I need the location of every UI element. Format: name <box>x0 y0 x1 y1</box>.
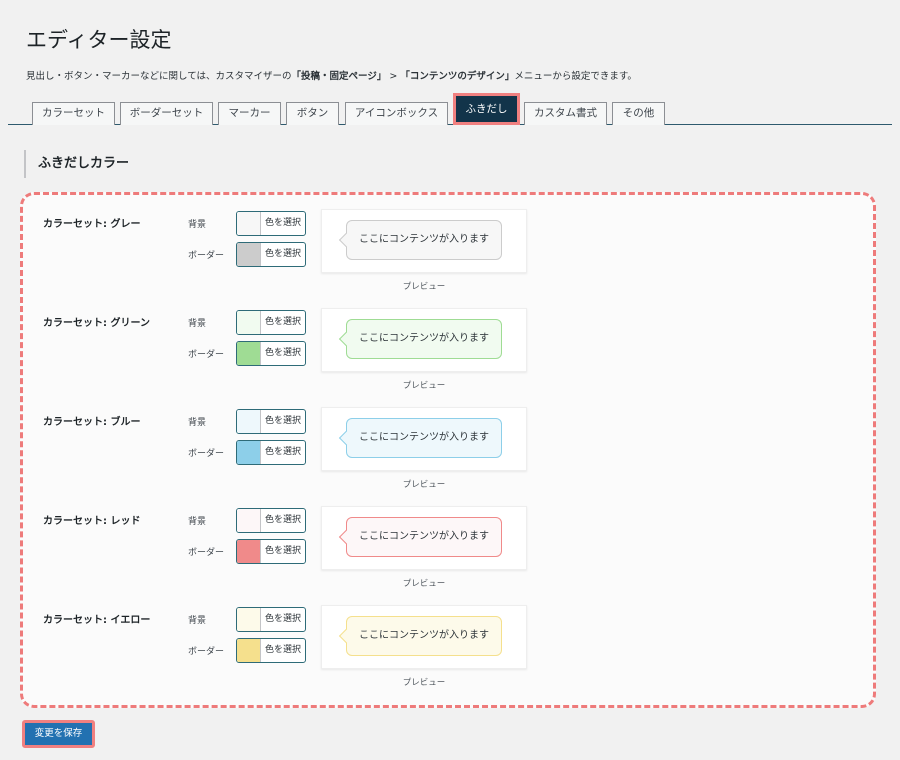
bubble-text: ここにコンテンツが入ります <box>359 432 489 443</box>
bubble-tail <box>338 232 354 248</box>
select-color-label: 色を選択 <box>265 416 302 426</box>
color-set-title: カラーセット: レッド <box>43 516 141 527</box>
speech-bubble: ここにコンテンツが入ります <box>338 418 502 458</box>
preview-box: ここにコンテンツが入ります <box>321 506 527 570</box>
background-label: 背景 <box>188 616 207 626</box>
background-color-picker[interactable]: 色を選択 <box>236 211 306 236</box>
bubble-tail <box>338 628 354 644</box>
bubble-tail <box>338 331 354 347</box>
description-link-posts: 「投稿・固定ページ」 <box>291 71 387 82</box>
border-label: ボーダー <box>188 251 225 261</box>
border-label: ボーダー <box>188 548 225 558</box>
bubble-text: ここにコンテンツが入ります <box>359 531 489 542</box>
preview-caption: プレビュー <box>402 480 446 490</box>
select-color-label: 色を選択 <box>265 348 302 358</box>
tab-button[interactable]: ボタン <box>286 102 339 125</box>
border-color-swatch <box>237 441 261 464</box>
tab-marker[interactable]: マーカー <box>218 102 281 125</box>
speech-bubble: ここにコンテンツが入ります <box>338 220 502 260</box>
border-color-picker[interactable]: 色を選択 <box>236 242 306 267</box>
border-label: ボーダー <box>188 350 225 360</box>
description-text: 見出し・ボタン・マーカーなどに関しては、カスタマイザーの <box>26 71 292 82</box>
preview-caption: プレビュー <box>402 579 446 589</box>
background-label: 背景 <box>188 319 207 329</box>
preview-box: ここにコンテンツが入ります <box>321 605 527 669</box>
select-color-label: 色を選択 <box>265 218 302 228</box>
bubble-tail <box>338 430 354 446</box>
color-set-green: カラーセット: グリーン 背景 色を選択 ボーダー 色を選択 ここにコンテンツが… <box>23 294 873 391</box>
background-label: 背景 <box>188 517 207 527</box>
speech-bubble: ここにコンテンツが入ります <box>338 319 502 359</box>
background-color-swatch <box>237 410 261 433</box>
tab-custom-format[interactable]: カスタム書式 <box>524 102 607 125</box>
background-color-swatch <box>237 212 261 235</box>
border-color-swatch <box>237 540 261 563</box>
preview-box: ここにコンテンツが入ります <box>321 407 527 471</box>
border-label: ボーダー <box>188 647 225 657</box>
select-color-label: 色を選択 <box>265 614 302 624</box>
bubble-text: ここにコンテンツが入ります <box>359 630 489 641</box>
color-set-blue: カラーセット: ブルー 背景 色を選択 ボーダー 色を選択 ここにコンテンツが入… <box>23 393 873 490</box>
bubble-tail <box>338 529 354 545</box>
border-color-picker[interactable]: 色を選択 <box>236 341 306 366</box>
color-set-title: カラーセット: イエロー <box>43 615 151 626</box>
background-color-picker[interactable]: 色を選択 <box>236 409 306 434</box>
description-link-design: 「コンテンツのデザイン」 <box>400 71 515 82</box>
border-color-picker[interactable]: 色を選択 <box>236 539 306 564</box>
select-color-label: 色を選択 <box>265 546 302 556</box>
page-description: 見出し・ボタン・マーカーなどに関しては、カスタマイザーの「投稿・固定ページ」 >… <box>26 68 637 82</box>
background-color-picker[interactable]: 色を選択 <box>236 508 306 533</box>
color-set-gray: カラーセット: グレー 背景 色を選択 ボーダー 色を選択 ここにコンテンツが入… <box>23 195 873 292</box>
description-separator: > <box>386 71 401 82</box>
tab-fukidashi[interactable]: ふきだし <box>453 93 520 125</box>
select-color-label: 色を選択 <box>265 447 302 457</box>
preview-box: ここにコンテンツが入ります <box>321 308 527 372</box>
color-set-title: カラーセット: グレー <box>43 219 141 230</box>
background-color-picker[interactable]: 色を選択 <box>236 607 306 632</box>
speech-bubble: ここにコンテンツが入ります <box>338 616 502 656</box>
tab-color-set[interactable]: カラーセット <box>32 102 115 125</box>
background-label: 背景 <box>188 220 207 230</box>
bubble-text: ここにコンテンツが入ります <box>359 333 489 344</box>
border-color-picker[interactable]: 色を選択 <box>236 440 306 465</box>
background-color-picker[interactable]: 色を選択 <box>236 310 306 335</box>
tab-other[interactable]: その他 <box>612 102 665 125</box>
select-color-label: 色を選択 <box>265 515 302 525</box>
preview-box: ここにコンテンツが入ります <box>321 209 527 273</box>
save-button-highlight: 変更を保存 <box>22 720 95 748</box>
description-text-end: メニューから設定できます。 <box>514 71 637 82</box>
preview-caption: プレビュー <box>402 678 446 688</box>
tab-border-set[interactable]: ボーダーセット <box>120 102 213 125</box>
page-title: エディター設定 <box>26 28 172 52</box>
preview-caption: プレビュー <box>402 381 446 391</box>
color-set-yellow: カラーセット: イエロー 背景 色を選択 ボーダー 色を選択 ここにコンテンツが… <box>23 591 873 688</box>
select-color-label: 色を選択 <box>265 317 302 327</box>
color-set-title: カラーセット: ブルー <box>43 417 141 428</box>
settings-tabs: カラーセット ボーダーセット マーカー ボタン アイコンボックス ふきだし カス… <box>8 93 892 125</box>
speech-bubble: ここにコンテンツが入ります <box>338 517 502 557</box>
border-color-swatch <box>237 639 261 662</box>
save-changes-button[interactable]: 変更を保存 <box>25 723 92 745</box>
background-label: 背景 <box>188 418 207 428</box>
fukidashi-color-panel: カラーセット: グレー 背景 色を選択 ボーダー 色を選択 ここにコンテンツが入… <box>20 192 876 708</box>
border-color-swatch <box>237 342 261 365</box>
bubble-text: ここにコンテンツが入ります <box>359 234 489 245</box>
section-title: ふきだしカラー <box>24 150 129 178</box>
select-color-label: 色を選択 <box>265 249 302 259</box>
color-set-title: カラーセット: グリーン <box>43 318 150 329</box>
border-color-swatch <box>237 243 261 266</box>
preview-caption: プレビュー <box>402 282 446 292</box>
background-color-swatch <box>237 509 261 532</box>
border-label: ボーダー <box>188 449 225 459</box>
tab-icon-box[interactable]: アイコンボックス <box>345 102 448 125</box>
background-color-swatch <box>237 311 261 334</box>
color-set-red: カラーセット: レッド 背景 色を選択 ボーダー 色を選択 ここにコンテンツが入… <box>23 492 873 589</box>
select-color-label: 色を選択 <box>265 645 302 655</box>
border-color-picker[interactable]: 色を選択 <box>236 638 306 663</box>
background-color-swatch <box>237 608 261 631</box>
